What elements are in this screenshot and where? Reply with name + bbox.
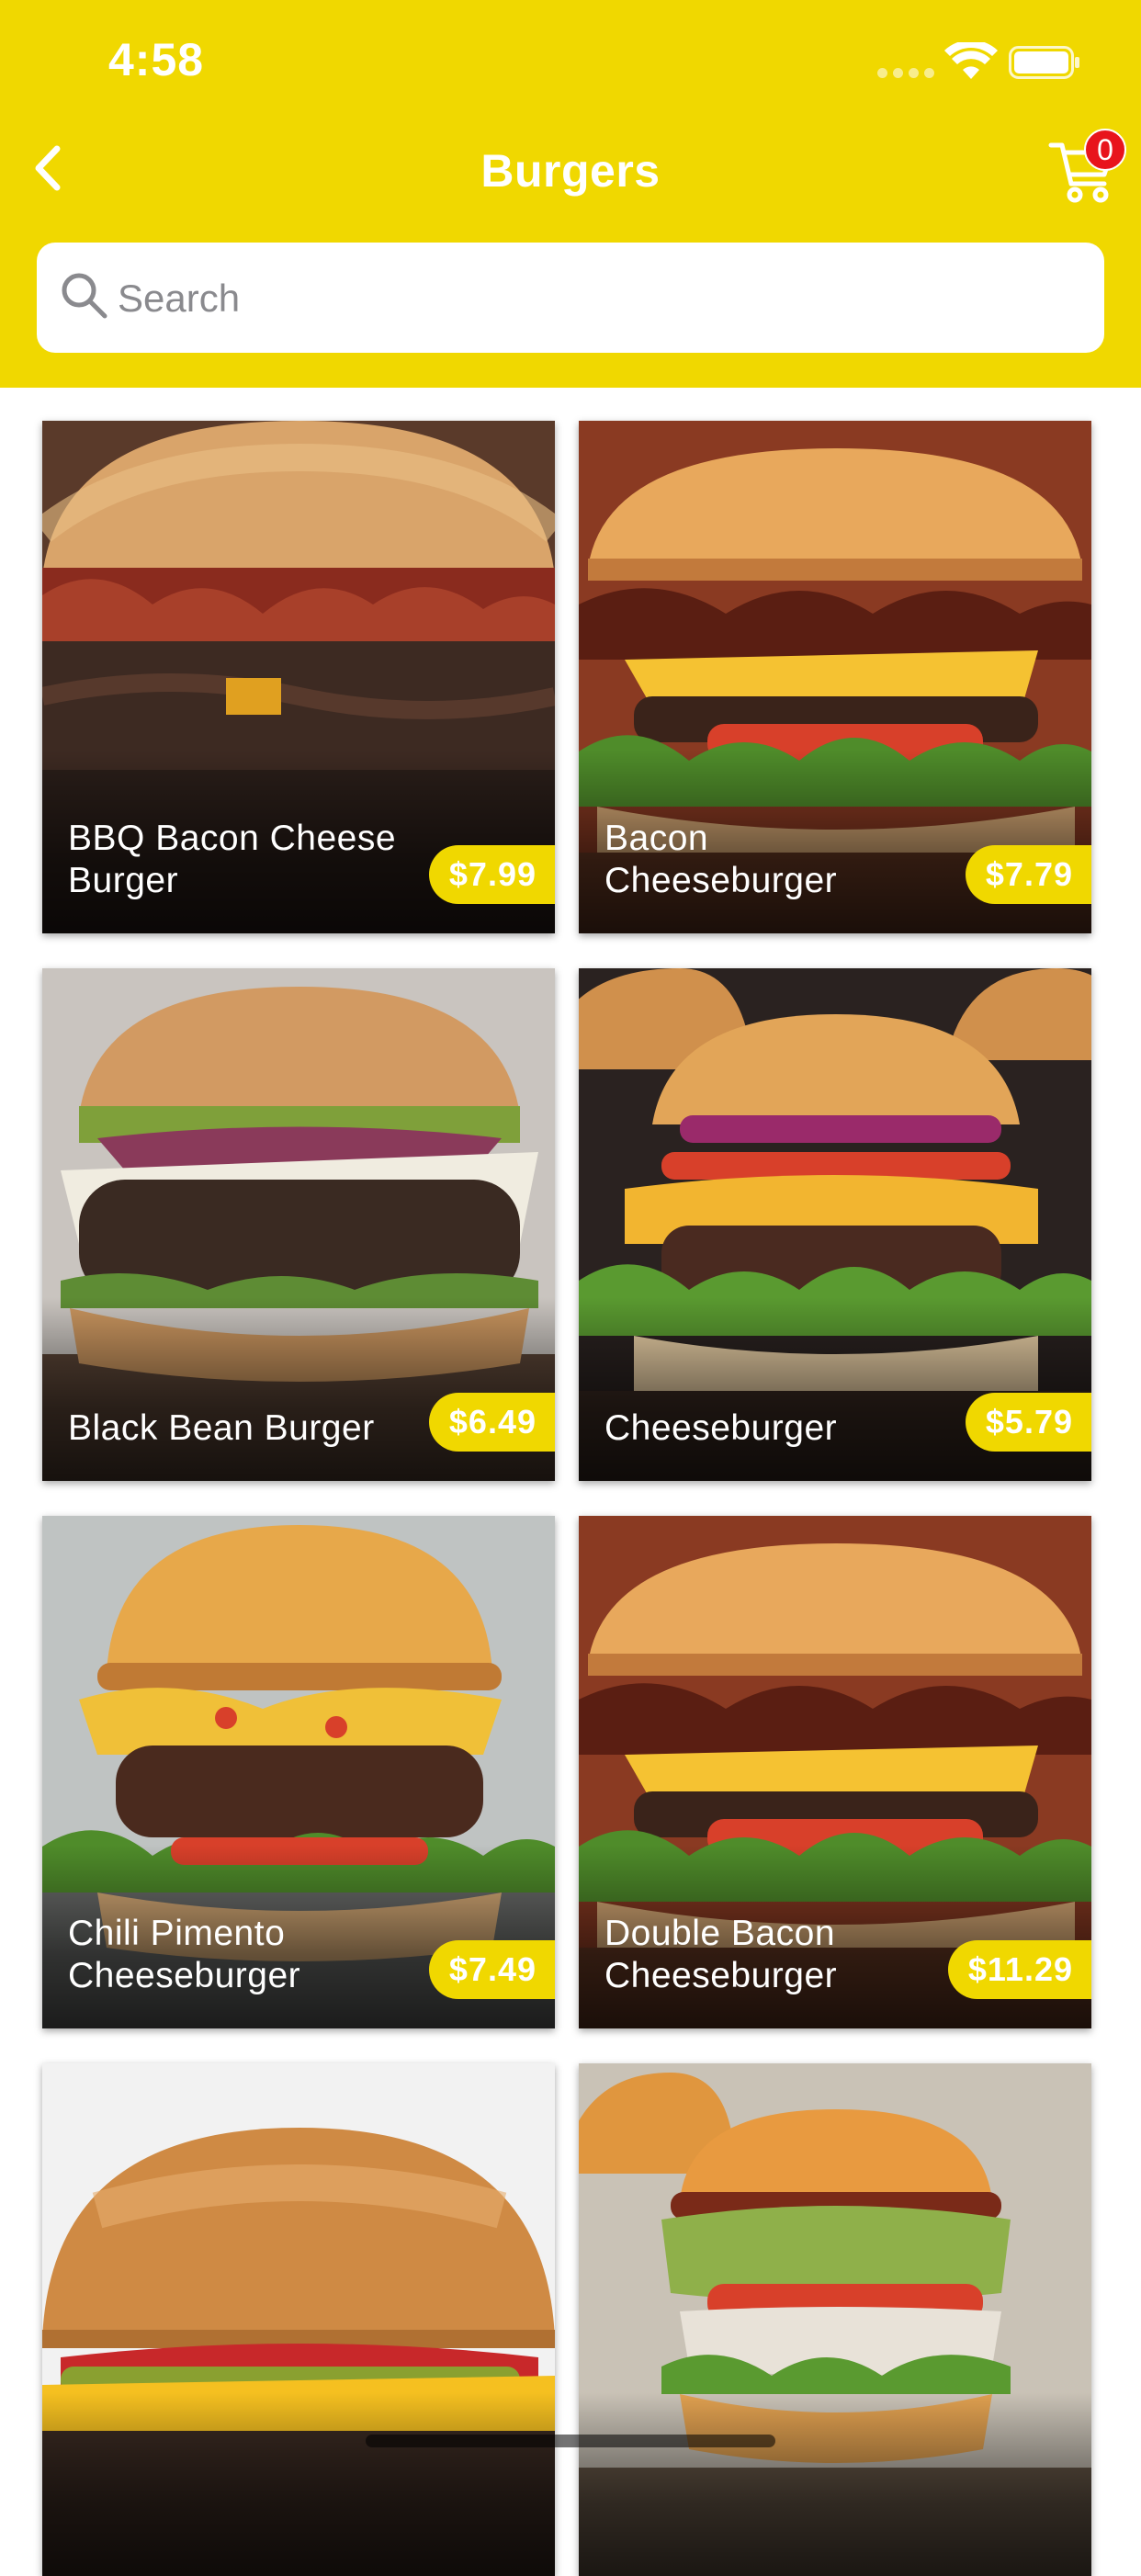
home-indicator[interactable]	[366, 2435, 775, 2447]
product-name: Double Bacon Cheeseburger	[604, 1914, 838, 1995]
product-card[interactable]: Cheeseburger $5.79	[579, 968, 1091, 1481]
search-icon	[62, 273, 107, 319]
card-shade	[42, 2392, 555, 2576]
price-tag: $5.79	[965, 1393, 1091, 1452]
product-card[interactable]: Double Bacon Cheeseburger $11.29	[579, 1516, 1091, 2028]
product-name: Cheeseburger	[604, 1408, 838, 1448]
cart-count-badge: 0	[1084, 129, 1126, 171]
product-card[interactable]: Black Bean Burger $6.49	[42, 968, 555, 1481]
wifi-icon	[944, 42, 998, 79]
nav-header: 4:58 Burgers 0	[0, 0, 1141, 388]
price-tag: $7.49	[428, 1940, 555, 1999]
product-card[interactable]	[579, 2063, 1091, 2576]
search-bar[interactable]	[37, 243, 1104, 355]
status-time: 4:58	[108, 34, 205, 85]
product-name: BBQ Bacon Cheese Burger	[68, 819, 397, 900]
product-name: Black Bean Burger	[68, 1408, 375, 1448]
price-tag: $7.99	[428, 845, 555, 904]
product-card[interactable]: BBQ Bacon Cheese Burger $7.99	[42, 421, 555, 933]
product-grid: BBQ Bacon Cheese Burger $7.99 Bacon Chee…	[42, 421, 1091, 2576]
product-card[interactable]: Chili Pimento Cheeseburger $7.49	[42, 1516, 555, 2028]
product-card[interactable]: Bacon Cheeseburger $7.79	[579, 421, 1091, 933]
card-shade	[579, 2392, 1091, 2576]
battery-icon	[1009, 46, 1079, 79]
card-shade	[42, 1297, 555, 1481]
cart-button[interactable]: 0	[1047, 129, 1130, 211]
price-tag: $11.29	[947, 1940, 1091, 1999]
cellular-signal-icon	[877, 68, 934, 78]
page-title: Burgers	[480, 145, 661, 197]
card-shade	[579, 1297, 1091, 1481]
price-tag: $7.79	[965, 845, 1091, 904]
product-name: Bacon Cheeseburger	[604, 819, 838, 900]
product-name: Chili Pimento Cheeseburger	[68, 1914, 301, 1995]
search-input[interactable]	[116, 243, 1084, 355]
product-card[interactable]	[42, 2063, 555, 2576]
price-tag: $6.49	[428, 1393, 555, 1452]
